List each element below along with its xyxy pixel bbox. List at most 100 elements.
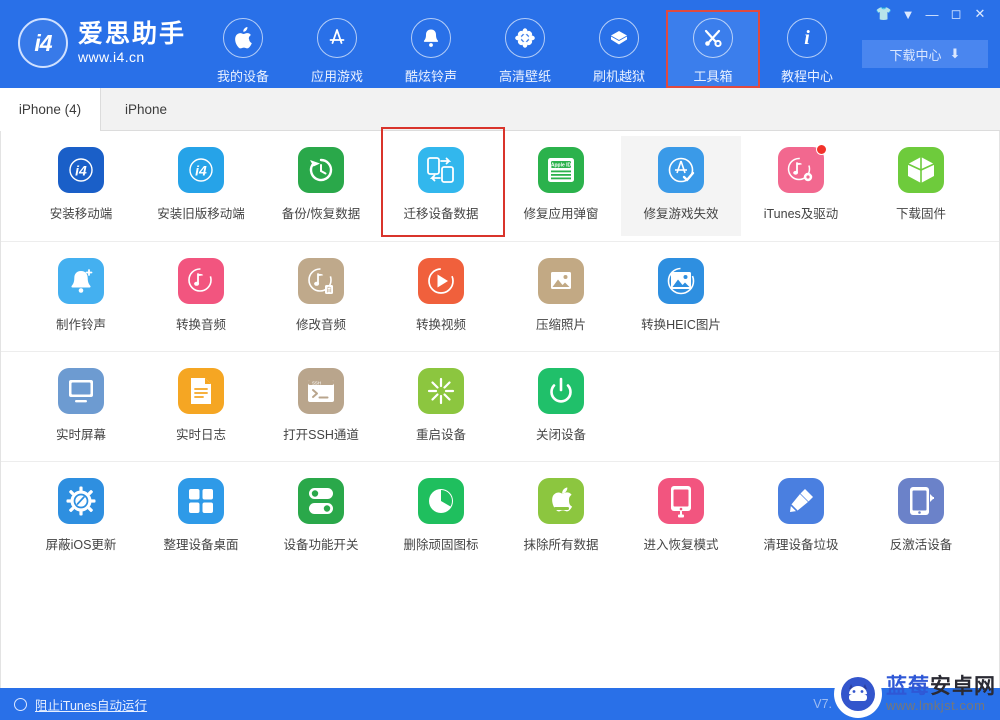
download-center-button[interactable]: 下载中心 ⬇	[862, 40, 988, 68]
tool-organize-desktop[interactable]: 整理设备桌面	[141, 467, 261, 567]
notification-badge	[816, 144, 827, 155]
feature-toggle-icon	[298, 478, 344, 524]
tool-label: 抹除所有数据	[523, 538, 599, 552]
nav-item-label: 我的设备	[216, 69, 269, 84]
tool-block-ios-update[interactable]: 屏蔽iOS更新	[21, 467, 141, 567]
tool-label: 设备功能开关	[283, 538, 359, 552]
tool-label: 清理设备垃圾	[763, 538, 839, 552]
block-itunes-toggle[interactable]: 阻止iTunes自动运行	[14, 695, 147, 714]
watermark-title-dark: 安卓网	[930, 675, 996, 698]
toolbox-row: i4 安装移动端 i4 安装旧版移动端 备份/恢复数据 迁移设备数据 Apple ID 修复应…	[1, 127, 999, 241]
tool-live-screen[interactable]: 实时屏幕	[21, 357, 141, 457]
tool-erase-all[interactable]: 抹除所有数据	[501, 467, 621, 567]
ssh-terminal-icon: SSH	[298, 368, 344, 414]
tool-label: 关闭设备	[535, 428, 586, 442]
tool-backup-restore[interactable]: 备份/恢复数据	[261, 136, 381, 236]
tool-heic-convert[interactable]: 转换HEIC图片	[621, 247, 741, 347]
tool-ssh-terminal[interactable]: SSH 打开SSH通道	[261, 357, 381, 457]
brand-url: www.i4.cn	[78, 49, 145, 65]
tool-live-log[interactable]: 实时日志	[141, 357, 261, 457]
deactivate-device-icon	[898, 478, 944, 524]
minimize-icon[interactable]: —	[920, 3, 944, 25]
tool-recovery-mode[interactable]: 进入恢复模式	[621, 467, 741, 567]
live-screen-icon	[58, 368, 104, 414]
recovery-mode-icon	[658, 478, 704, 524]
organize-desktop-icon	[178, 478, 224, 524]
delete-icon-icon	[418, 478, 464, 524]
tool-label: 整理设备桌面	[163, 538, 239, 552]
toolbox-grid: i4 安装移动端 i4 安装旧版移动端 备份/恢复数据 迁移设备数据 Apple ID 修复应…	[0, 127, 1000, 688]
tool-i4-app[interactable]: i4 安装移动端	[21, 136, 141, 236]
apple-id-card-icon: Apple ID	[538, 147, 584, 193]
nav-item-apple[interactable]: 我的设备	[196, 10, 290, 88]
audio-convert-icon	[178, 258, 224, 304]
nav-item-appstore[interactable]: 应用游戏	[290, 10, 384, 88]
tab-iphone-4[interactable]: iPhone (4)	[0, 88, 101, 131]
nav-item-label: 教程中心	[780, 69, 833, 84]
tool-apple-id-card[interactable]: Apple ID 修复应用弹窗	[501, 136, 621, 236]
clean-junk-icon	[778, 478, 824, 524]
tool-clean-junk[interactable]: 清理设备垃圾	[741, 467, 861, 567]
erase-all-icon	[538, 478, 584, 524]
video-convert-icon	[418, 258, 464, 304]
tool-firmware-box[interactable]: 下载固件	[861, 136, 981, 236]
tool-restart-device[interactable]: 重启设备	[381, 357, 501, 457]
nav-item-label: 工具箱	[693, 69, 733, 84]
tool-label: 重启设备	[415, 428, 466, 442]
tool-label: 转换视频	[415, 318, 466, 332]
tool-label: 实时屏幕	[55, 428, 106, 442]
device-tabbar: iPhone (4) iPhone	[0, 88, 1000, 131]
tool-feature-toggle[interactable]: 设备功能开关	[261, 467, 381, 567]
nav-item-info[interactable]: i 教程中心	[760, 10, 854, 88]
svg-text:Apple ID: Apple ID	[551, 162, 572, 168]
tool-deactivate-device[interactable]: 反激活设备	[861, 467, 981, 567]
tool-label: 安装移动端	[49, 207, 113, 221]
watermark: 蓝莓安卓网 www.lmkjst.com	[834, 670, 996, 718]
tool-video-convert[interactable]: 转换视频	[381, 247, 501, 347]
tool-migrate-data[interactable]: 迁移设备数据	[381, 127, 505, 237]
tool-itunes-driver[interactable]: iTunes及驱动	[741, 136, 861, 236]
tab-iphone[interactable]: iPhone	[101, 88, 191, 131]
brand: i4 爱思助手 www.i4.cn	[18, 18, 186, 68]
nav-item-flower[interactable]: 高清壁纸	[478, 10, 572, 88]
tool-label: 迁移设备数据	[403, 207, 479, 221]
nav-item-tools[interactable]: 工具箱	[666, 10, 760, 88]
tool-i4-app-old[interactable]: i4 安装旧版移动端	[141, 136, 261, 236]
power-off-icon	[538, 368, 584, 414]
menu-dropdown-icon[interactable]: ▼	[896, 3, 920, 25]
toolbox-row: 实时屏幕 实时日志 SSH 打开SSH通道 重启设备 关闭设备	[1, 351, 999, 461]
backup-restore-icon	[298, 147, 344, 193]
i4-logo-icon: i4	[18, 18, 68, 68]
tool-label: 修复游戏失效	[643, 207, 719, 221]
tool-label: 修改音频	[295, 318, 346, 332]
tool-audio-edit[interactable]: 自修改音频	[261, 247, 381, 347]
svg-text:i4: i4	[75, 163, 87, 179]
close-icon[interactable]: ✕	[968, 3, 992, 25]
tool-power-off[interactable]: 关闭设备	[501, 357, 621, 457]
android-robot-icon	[834, 670, 882, 718]
toggle-circle-icon	[14, 697, 27, 711]
tool-delete-icon[interactable]: 删除顽固图标	[381, 467, 501, 567]
watermark-url: www.lmkjst.com	[886, 698, 986, 713]
tool-label: 删除顽固图标	[403, 538, 479, 552]
heic-convert-icon	[658, 258, 704, 304]
tool-label: iTunes及驱动	[763, 207, 839, 221]
tool-audio-convert[interactable]: 转换音频	[141, 247, 261, 347]
bell-icon	[411, 18, 451, 58]
tool-label: 实时日志	[175, 428, 226, 442]
tool-label: 打开SSH通道	[283, 428, 359, 442]
maximize-icon[interactable]: ◻	[944, 3, 968, 25]
i4-assistant-window: i4 爱思助手 www.i4.cn 我的设备 应用游戏 酷炫铃声 高清壁纸 刷机越狱 工具…	[0, 0, 1000, 720]
firmware-box-icon	[898, 147, 944, 193]
tool-ringtone-make[interactable]: 制作铃声	[21, 247, 141, 347]
i4-app-icon: i4	[58, 147, 104, 193]
tab-label: iPhone	[124, 102, 168, 117]
tool-appstore-check[interactable]: 修复游戏失效	[621, 136, 741, 236]
nav-item-bell[interactable]: 酷炫铃声	[384, 10, 478, 88]
block-itunes-label: 阻止iTunes自动运行	[35, 698, 148, 713]
block-ios-update-icon	[58, 478, 104, 524]
tool-photo-compress[interactable]: 压缩照片	[501, 247, 621, 347]
nav-item-box-open[interactable]: 刷机越狱	[572, 10, 666, 88]
tool-label: 转换音频	[175, 318, 226, 332]
skin-icon[interactable]: 👕	[872, 3, 896, 25]
